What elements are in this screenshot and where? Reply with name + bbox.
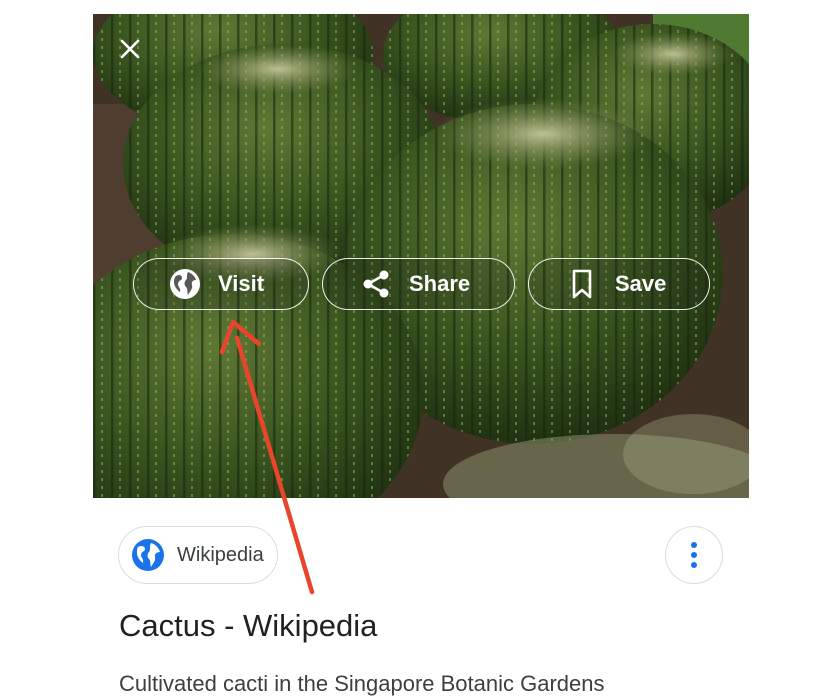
share-icon bbox=[359, 267, 393, 301]
result-caption: Cultivated cacti in the Singapore Botani… bbox=[119, 671, 605, 696]
more-options-button[interactable] bbox=[665, 526, 723, 584]
save-button[interactable]: Save bbox=[528, 258, 710, 310]
share-label: Share bbox=[409, 271, 471, 296]
close-button[interactable] bbox=[109, 28, 151, 70]
source-label: Wikipedia bbox=[177, 543, 264, 566]
result-title[interactable]: Cactus - Wikipedia bbox=[119, 608, 377, 644]
source-chip[interactable]: Wikipedia bbox=[118, 526, 278, 584]
save-label: Save bbox=[615, 271, 667, 296]
globe-icon bbox=[168, 267, 202, 301]
globe-icon bbox=[132, 539, 164, 571]
share-button[interactable]: Share bbox=[322, 258, 515, 310]
more-vertical-icon bbox=[691, 542, 697, 568]
close-icon bbox=[120, 39, 140, 59]
cactus-photo bbox=[93, 14, 749, 498]
bookmark-icon bbox=[565, 267, 599, 301]
image-preview[interactable]: Visit Share Save bbox=[93, 14, 749, 498]
visit-label: Visit bbox=[218, 271, 265, 296]
visit-button[interactable]: Visit bbox=[133, 258, 309, 310]
image-result-viewer: Visit Share Save Wikipedia Cactus - Wiki… bbox=[0, 0, 840, 700]
